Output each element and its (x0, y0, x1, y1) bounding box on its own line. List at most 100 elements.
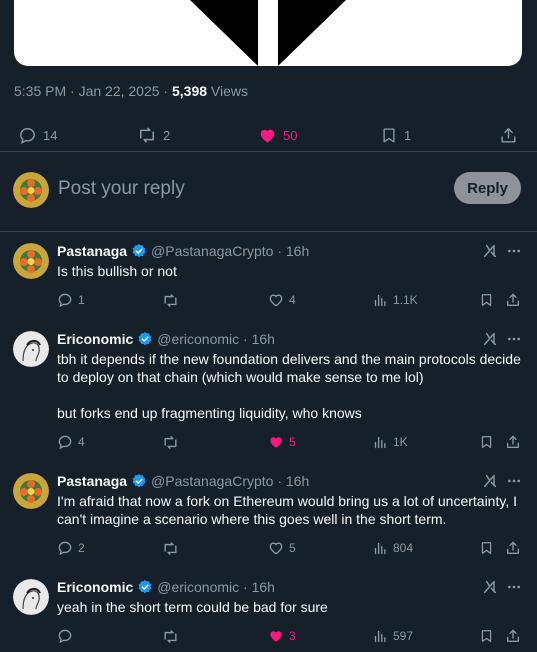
more-icon[interactable] (506, 473, 522, 489)
repost-action[interactable] (162, 291, 179, 309)
grok-icon[interactable] (482, 473, 498, 489)
bookmark-icon[interactable] (479, 540, 494, 556)
logo-graphic (190, 0, 346, 66)
reply-header: Ericonomic @ericonomic · 16h (57, 329, 275, 349)
verified-badge-icon (132, 474, 146, 488)
reply-input[interactable]: Post your reply (58, 178, 185, 200)
bookmark-icon[interactable] (479, 434, 494, 450)
like-action[interactable]: 5 (268, 433, 296, 451)
views-action[interactable]: 1.1K (373, 291, 418, 309)
reply-text: Is this bullish or not (57, 263, 177, 279)
repost-count: 2 (163, 127, 171, 143)
heart-icon (269, 294, 283, 307)
share-action[interactable] (499, 118, 518, 152)
grok-icon[interactable] (482, 579, 498, 595)
reply-text: I'm afraid that now a fork on Ethereum w… (57, 493, 517, 527)
reply-header: Pastanaga @PastanagaCrypto · 16h (57, 471, 309, 491)
reply-icon (20, 127, 35, 144)
more-icon[interactable] (506, 579, 522, 595)
views-count: 5,398 (171, 83, 208, 99)
views-action[interactable]: 804 (373, 539, 413, 557)
author-name[interactable]: Ericonomic (57, 331, 133, 347)
author-handle[interactable]: @ericonomic · 16h (157, 331, 275, 347)
analytics-icon (374, 542, 386, 554)
reply-header: Pastanaga @PastanagaCrypto · 16h (57, 241, 309, 261)
like-action[interactable]: 3 (268, 627, 296, 645)
like-action[interactable]: 50 (258, 118, 297, 152)
bookmark-icon (383, 127, 395, 143)
author-name[interactable]: Pastanaga (57, 243, 127, 259)
reply-icon (58, 435, 72, 450)
share-icon[interactable] (505, 434, 521, 450)
like-count: 4 (289, 293, 296, 307)
views-count: 1K (393, 435, 408, 449)
reply-count: 14 (43, 127, 58, 143)
like-count: 5 (289, 435, 296, 449)
reply-composer: Post your reply Reply (0, 152, 537, 232)
share-icon[interactable] (505, 540, 521, 556)
author-name[interactable]: Pastanaga (57, 473, 127, 489)
reply-text-paragraph: but forks end up fragmenting liquidity, … (57, 405, 362, 421)
reply-action[interactable]: 2 (57, 539, 85, 557)
reply-count: 4 (78, 435, 85, 449)
flower-avatar-icon (13, 473, 49, 509)
reply-icon (58, 541, 72, 556)
grok-icon[interactable] (482, 331, 498, 347)
reply-action[interactable]: 1 (57, 291, 85, 309)
more-icon[interactable] (506, 243, 522, 259)
author-handle[interactable]: @PastanagaCrypto · 16h (151, 473, 309, 489)
views-action[interactable]: 1K (373, 433, 408, 451)
reply-icon (58, 293, 72, 308)
analytics-icon (374, 294, 386, 306)
reply-count: 2 (78, 541, 85, 555)
avatar[interactable] (13, 473, 49, 509)
more-icon[interactable] (506, 331, 522, 347)
verified-badge-icon (138, 580, 152, 594)
like-action[interactable]: 5 (268, 539, 296, 557)
avatar[interactable] (13, 331, 49, 367)
share-icon[interactable] (505, 628, 521, 644)
reply-action[interactable]: 14 (18, 118, 57, 152)
reply-text: yeah in the short term could be bad for … (57, 599, 328, 615)
reply-icon (58, 629, 72, 644)
avatar[interactable] (13, 172, 49, 208)
bookmark-icon[interactable] (479, 292, 494, 308)
share-icon (501, 127, 516, 143)
analytics-icon (374, 436, 386, 448)
bookmark-count: 1 (404, 127, 412, 143)
repost-icon (164, 435, 177, 449)
repost-action[interactable] (162, 539, 179, 557)
author-name[interactable]: Ericonomic (57, 579, 133, 595)
author-handle[interactable]: @ericonomic · 16h (157, 579, 275, 595)
like-count: 5 (289, 541, 296, 555)
bookmark-icon[interactable] (479, 628, 494, 644)
like-count: 3 (289, 629, 296, 643)
tweet-media-image[interactable] (14, 0, 522, 66)
repost-action[interactable]: 2 (137, 118, 170, 152)
reply-action[interactable] (57, 627, 73, 645)
reply-action[interactable]: 4 (57, 433, 85, 451)
tweet-action-bar: 14 2 50 1 (0, 118, 537, 152)
repost-action[interactable] (162, 433, 179, 451)
tweet-timestamp[interactable]: 5:35 PM · Jan 22, 2025 · (14, 83, 172, 99)
analytics-icon (374, 630, 386, 642)
avatar[interactable] (13, 243, 49, 279)
share-icon[interactable] (505, 292, 521, 308)
tweet-meta: 5:35 PM · Jan 22, 2025 · 5,398 Views (14, 83, 248, 99)
repost-icon (164, 541, 177, 555)
repost-icon (164, 293, 177, 307)
flower-avatar-icon (13, 243, 49, 279)
like-action[interactable]: 4 (268, 291, 296, 309)
heart-filled-icon (270, 437, 282, 448)
repost-action[interactable] (162, 627, 179, 645)
views-action[interactable]: 597 (373, 627, 413, 645)
repost-icon (140, 127, 154, 143)
avatar[interactable] (13, 579, 49, 615)
grok-icon[interactable] (482, 243, 498, 259)
like-count: 50 (283, 127, 298, 143)
heart-filled-icon (270, 631, 282, 642)
repost-icon (164, 629, 177, 643)
reply-button[interactable]: Reply (454, 172, 521, 204)
author-handle[interactable]: @PastanagaCrypto · 16h (151, 243, 309, 259)
bookmark-action[interactable]: 1 (380, 118, 411, 152)
